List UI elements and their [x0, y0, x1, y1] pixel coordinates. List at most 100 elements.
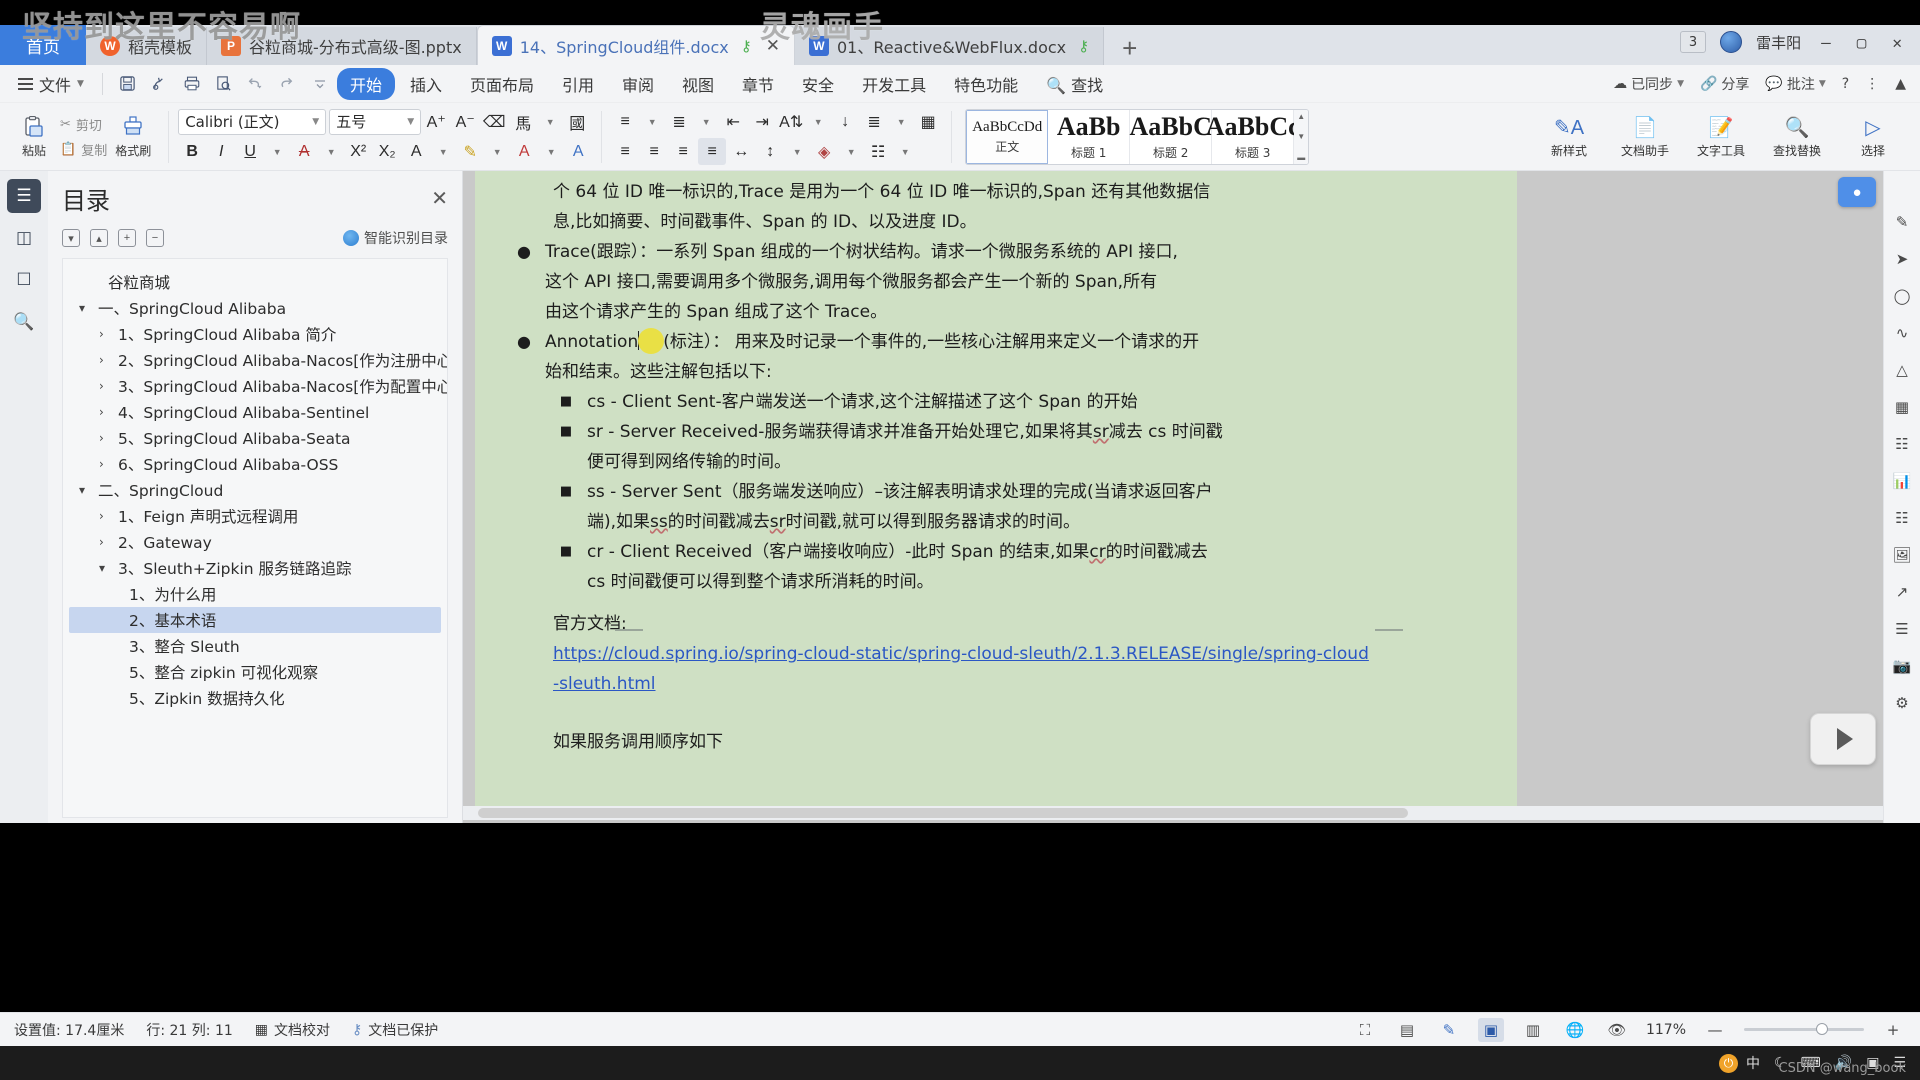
strikethrough-button[interactable]: A — [290, 138, 318, 165]
list-item[interactable]: › 1、Feign 声明式远程调用 — [69, 503, 441, 529]
font-name-select[interactable]: Calibri (正文) ▼ — [178, 108, 327, 135]
tab-page-layout[interactable]: 页面布局 — [457, 68, 547, 100]
line-spacing-icon[interactable]: ↕ — [756, 138, 784, 165]
shading-icon[interactable]: ◈ — [810, 138, 838, 165]
chevron-down-icon[interactable]: ▼ — [839, 138, 863, 165]
tab-special-features[interactable]: 特色功能 — [941, 68, 1031, 100]
style-normal[interactable]: AaBbCcDd 正文 — [966, 109, 1049, 164]
proofread-button[interactable]: ▦ 文档校对 — [255, 1020, 330, 1040]
list-item[interactable]: › 1、SpringCloud Alibaba 简介 — [69, 321, 441, 347]
distribute-icon[interactable]: ↔ — [727, 138, 755, 165]
char-border-icon[interactable]: 國 — [563, 108, 591, 135]
superscript-button[interactable]: X² — [344, 138, 372, 165]
close-window-button[interactable]: ✕ — [1886, 33, 1908, 52]
bookmarks-panel-button[interactable]: ☐ — [7, 263, 41, 297]
undo-icon[interactable] — [241, 70, 271, 98]
collapse-up-icon[interactable]: ▴ — [90, 229, 108, 247]
align-center-icon[interactable]: ≡ — [640, 138, 668, 165]
list-item-selected[interactable]: 2、基本术语 — [69, 607, 441, 633]
chevron-down-icon[interactable]: ▼ — [485, 138, 509, 165]
outline-tree[interactable]: 谷粒商城 ▾ 一、SpringCloud Alibaba › 1、SpringClo… — [62, 258, 448, 818]
list-item[interactable]: 1、为什么用 — [69, 581, 441, 607]
list-item[interactable]: 3、整合 Sleuth — [69, 633, 441, 659]
format-painter-button[interactable]: 格式刷 — [107, 115, 159, 159]
location-pin-icon[interactable]: ● — [1838, 177, 1876, 207]
maximize-button[interactable]: ▢ — [1851, 33, 1873, 52]
chevron-down-icon[interactable]: ▼ — [538, 108, 562, 135]
table-icon[interactable]: ▦ — [1888, 394, 1916, 420]
chevron-down-icon[interactable]: ▾ — [79, 301, 92, 315]
paste-button[interactable]: 粘贴 — [8, 115, 60, 159]
style-heading-2[interactable]: AaBbC 标题 2 — [1130, 109, 1213, 164]
redo-icon[interactable] — [273, 70, 303, 98]
chevron-right-icon[interactable]: › — [99, 327, 112, 341]
copy-button[interactable]: 📋 复制 — [60, 138, 107, 160]
horizontal-scrollbar-thumb[interactable] — [478, 808, 1408, 818]
new-style-button[interactable]: ✎A 新样式 — [1538, 115, 1600, 159]
tab-insert[interactable]: 插入 — [397, 68, 455, 100]
increase-indent-icon[interactable]: ⇥ — [748, 108, 776, 135]
list-item[interactable]: 5、整合 zipkin 可视化观察 — [69, 659, 441, 685]
cut-button[interactable]: ✂ 剪切 — [60, 113, 107, 135]
chevron-down-icon[interactable]: ▼ — [431, 138, 455, 165]
file-menu-button[interactable]: 文件 ▼ — [10, 72, 92, 96]
zoom-out-button[interactable]: — — [1702, 1018, 1728, 1042]
style-heading-1[interactable]: AaBb 标题 1 — [1048, 109, 1131, 164]
triangle-icon[interactable]: △ — [1888, 357, 1916, 383]
comment-button[interactable]: 💬 批注 ▼ — [1765, 74, 1825, 94]
stack-icon[interactable]: ☰ — [1888, 616, 1916, 642]
clear-format-icon[interactable]: ⌫ — [480, 108, 508, 135]
more-button[interactable]: ⋮ — [1865, 76, 1879, 92]
list-item[interactable]: › 4、SpringCloud Alibaba-Sentinel — [69, 399, 441, 425]
bold-button[interactable]: B — [178, 138, 206, 165]
align-right-icon[interactable]: ≡ — [669, 138, 697, 165]
text-tools-button[interactable]: 📝 文字工具 — [1690, 115, 1752, 159]
list-item[interactable]: ▾ 3、Sleuth+Zipkin 服务链路追踪 — [69, 555, 441, 581]
web-layout-icon[interactable]: ▥ — [1520, 1018, 1546, 1042]
chevron-down-icon[interactable]: ▾ — [79, 483, 92, 497]
chevron-down-icon[interactable]: ▼ — [265, 138, 289, 165]
touch-mode-icon[interactable] — [145, 70, 175, 98]
subscript-button[interactable]: X₂ — [373, 138, 401, 165]
chevron-down-icon[interactable]: ▾ — [99, 561, 112, 575]
highlight-icon[interactable]: ✎ — [456, 138, 484, 165]
list-item[interactable]: › 2、SpringCloud Alibaba-Nacos[作为注册中心] — [69, 347, 447, 373]
chevron-down-icon[interactable]: ▼ — [319, 138, 343, 165]
list-item[interactable]: › 5、SpringCloud Alibaba-Seata — [69, 425, 441, 451]
chevron-down-icon[interactable]: ▼ — [539, 138, 563, 165]
collapse-ribbon-button[interactable]: ▲ — [1895, 76, 1906, 92]
expand-all-icon[interactable]: + — [118, 229, 136, 247]
chevron-right-icon[interactable]: › — [99, 535, 112, 549]
eye-icon[interactable]: 👁 — [1604, 1018, 1630, 1042]
chevron-down-icon[interactable]: ▼ — [640, 108, 664, 135]
print-layout-icon[interactable]: ▣ — [1477, 1017, 1504, 1042]
list-item[interactable]: › 2、Gateway — [69, 529, 441, 555]
char-shade-button[interactable]: A — [564, 138, 592, 165]
asian-layout-icon[interactable]: A⇅ — [777, 108, 805, 135]
bullet-list-icon[interactable]: ≡ — [611, 108, 639, 135]
italic-button[interactable]: I — [207, 138, 235, 165]
user-name[interactable]: 雷丰阳 — [1756, 32, 1801, 53]
print-icon[interactable] — [177, 70, 207, 98]
zoom-level[interactable]: 117% — [1646, 1022, 1686, 1038]
list-item[interactable]: ▾ 一、SpringCloud Alibaba — [69, 295, 441, 321]
sync-status-button[interactable]: ☁ 已同步 ▼ — [1613, 74, 1684, 94]
list-item[interactable]: 5、Zipkin 数据持久化 — [69, 685, 441, 711]
document-page[interactable]: 个 64 位 ID 唯一标识的,Trace 是用为一个 64 位 ID 唯一标识… — [475, 171, 1517, 811]
smart-toc-button[interactable]: 智能识别目录 — [343, 228, 448, 248]
expand-gallery-icon[interactable]: ▬ — [1297, 153, 1305, 162]
find-replace-button[interactable]: 🔍 查找替换 — [1766, 115, 1828, 159]
tab-section[interactable]: 章节 — [729, 68, 787, 100]
minimize-button[interactable]: — — [1815, 33, 1837, 52]
save-icon[interactable] — [113, 70, 143, 98]
page-setup-status[interactable]: 设置值: 17.4厘米 — [14, 1020, 124, 1040]
play-video-button[interactable] — [1810, 713, 1876, 765]
edit-pen-icon[interactable]: ✎ — [1436, 1018, 1462, 1042]
close-icon[interactable]: ✕ — [431, 186, 448, 211]
grid-icon[interactable]: ☷ — [1888, 431, 1916, 457]
list-item[interactable]: › 3、SpringCloud Alibaba-Nacos[作为配置中心] — [69, 373, 447, 399]
align-justify-icon[interactable]: ≡ — [698, 138, 727, 165]
list-item[interactable]: ▾ 二、SpringCloud — [69, 477, 441, 503]
document-body[interactable]: 个 64 位 ID 唯一标识的,Trace 是用为一个 64 位 ID 唯一标识… — [475, 171, 1517, 757]
find-button[interactable]: 🔍 查找 — [1033, 68, 1116, 100]
